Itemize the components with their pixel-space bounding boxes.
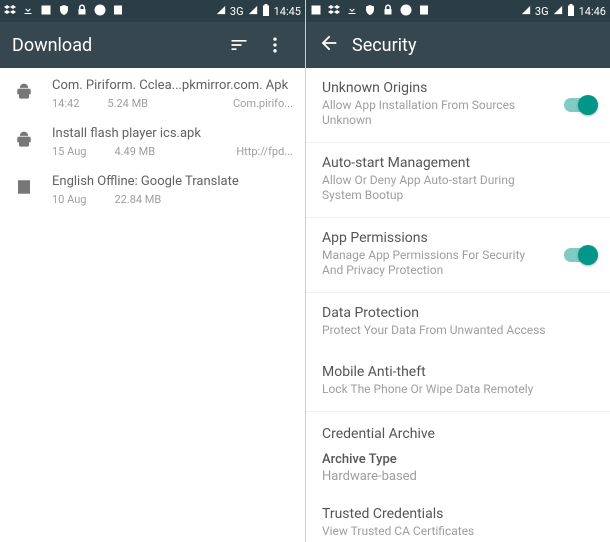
overflow-menu-button[interactable] <box>257 35 293 55</box>
setting-title: Mobile Anti-theft <box>322 364 594 380</box>
setting-subtitle: Protect Your Data From Unwanted Access <box>322 323 594 338</box>
download-size: 4.49 MB <box>114 145 155 158</box>
settings-list[interactable]: Unknown Origins Allow App Installation F… <box>306 68 610 542</box>
setting-data-protection[interactable]: Data Protection Protect Your Data From U… <box>306 293 610 352</box>
telegram-icon <box>400 4 412 19</box>
setting-subtitle: Lock The Phone Or Wipe Data Remotely <box>322 382 594 397</box>
setting-trusted-credentials[interactable]: Trusted Credentials View Trusted CA Cert… <box>306 494 610 542</box>
setting-title: Trusted Credentials <box>322 506 594 522</box>
note-icon <box>112 4 124 19</box>
appbar: Security <box>306 22 610 68</box>
dropbox-icon <box>328 4 340 19</box>
battery-icon <box>262 4 270 19</box>
setting-title: Archive Type <box>322 452 594 467</box>
image-icon <box>40 4 52 19</box>
signal-icon <box>521 5 531 18</box>
setting-autostart[interactable]: Auto-start Management Allow Or Deny App … <box>306 143 610 218</box>
cell-icon <box>248 5 258 18</box>
setting-title: Unknown Origins <box>322 80 594 96</box>
download-item[interactable]: Com. Piriform. Cclea...pkmirror.com. Apk… <box>0 68 305 116</box>
sort-button[interactable] <box>221 35 257 55</box>
download-title: English Offline: Google Translate <box>52 174 293 189</box>
status-time: 14:45 <box>274 5 301 18</box>
note-icon <box>418 4 430 19</box>
download-icon <box>346 4 358 19</box>
security-panel: 3G 14:46 Security Unknown Origins Allow … <box>305 0 610 542</box>
download-item[interactable]: English Offline: Google Translate 10 Aug… <box>0 164 305 212</box>
cell-icon <box>553 5 563 18</box>
dropbox-icon <box>4 4 16 19</box>
appbar: Download <box>0 22 305 68</box>
signal-icon <box>216 5 226 18</box>
toggle-switch[interactable] <box>564 98 596 112</box>
shield-icon <box>364 4 376 19</box>
android-icon <box>12 78 36 102</box>
network-label: 3G <box>535 5 549 18</box>
setting-archive-type[interactable]: Archive Type Hardware-based <box>306 446 610 494</box>
setting-subtitle: Allow App Installation From Sources Unkn… <box>322 98 594 128</box>
status-bar: 3G 14:45 <box>0 0 305 22</box>
image-icon <box>310 4 322 19</box>
setting-subtitle: View Trusted CA Certificates <box>322 524 594 539</box>
setting-anti-theft[interactable]: Mobile Anti-theft Lock The Phone Or Wipe… <box>306 352 610 412</box>
download-size: 5.24 MB <box>107 97 148 110</box>
download-source: Http://fpd... <box>236 145 293 158</box>
status-time: 14:46 <box>579 5 606 18</box>
setting-subtitle: Allow Or Deny App Auto-start During Syst… <box>322 173 594 203</box>
download-source: Com.pirifo... <box>233 97 293 110</box>
download-date: 15 Aug <box>52 145 86 158</box>
download-date: 10 Aug <box>52 193 86 206</box>
setting-title: App Permissions <box>322 230 594 246</box>
download-title: Com. Piriform. Cclea...pkmirror.com. Apk <box>52 78 293 93</box>
toggle-switch[interactable] <box>564 248 596 262</box>
page-title: Download <box>12 35 92 56</box>
page-title: Security <box>352 35 416 56</box>
setting-subtitle: Manage App Permissions For Security And … <box>322 248 594 278</box>
setting-value: Hardware-based <box>322 469 594 484</box>
battery-icon <box>567 4 575 19</box>
download-item[interactable]: Install flash player ics.apk 15 Aug 4.49… <box>0 116 305 164</box>
status-bar: 3G 14:46 <box>306 0 610 22</box>
downloads-panel: 3G 14:45 Download Com. Piriform. Cclea..… <box>0 0 305 542</box>
telegram-icon <box>94 4 106 19</box>
back-button[interactable] <box>318 32 340 58</box>
setting-unknown-origins[interactable]: Unknown Origins Allow App Installation F… <box>306 68 610 143</box>
download-title: Install flash player ics.apk <box>52 126 293 141</box>
setting-title: Auto-start Management <box>322 155 594 171</box>
zip-icon <box>12 174 36 196</box>
network-label: 3G <box>230 5 244 18</box>
downloads-list[interactable]: Com. Piriform. Cclea...pkmirror.com. Apk… <box>0 68 305 542</box>
download-size: 22.84 MB <box>114 193 161 206</box>
lock-icon <box>76 4 88 19</box>
section-header: Credential Archive <box>306 412 610 446</box>
download-date: 14:42 <box>52 97 79 110</box>
shield-icon <box>58 4 70 19</box>
android-icon <box>12 126 36 150</box>
setting-app-permissions[interactable]: App Permissions Manage App Permissions F… <box>306 218 610 293</box>
setting-title: Data Protection <box>322 305 594 321</box>
lock-icon <box>382 4 394 19</box>
download-icon <box>22 4 34 19</box>
